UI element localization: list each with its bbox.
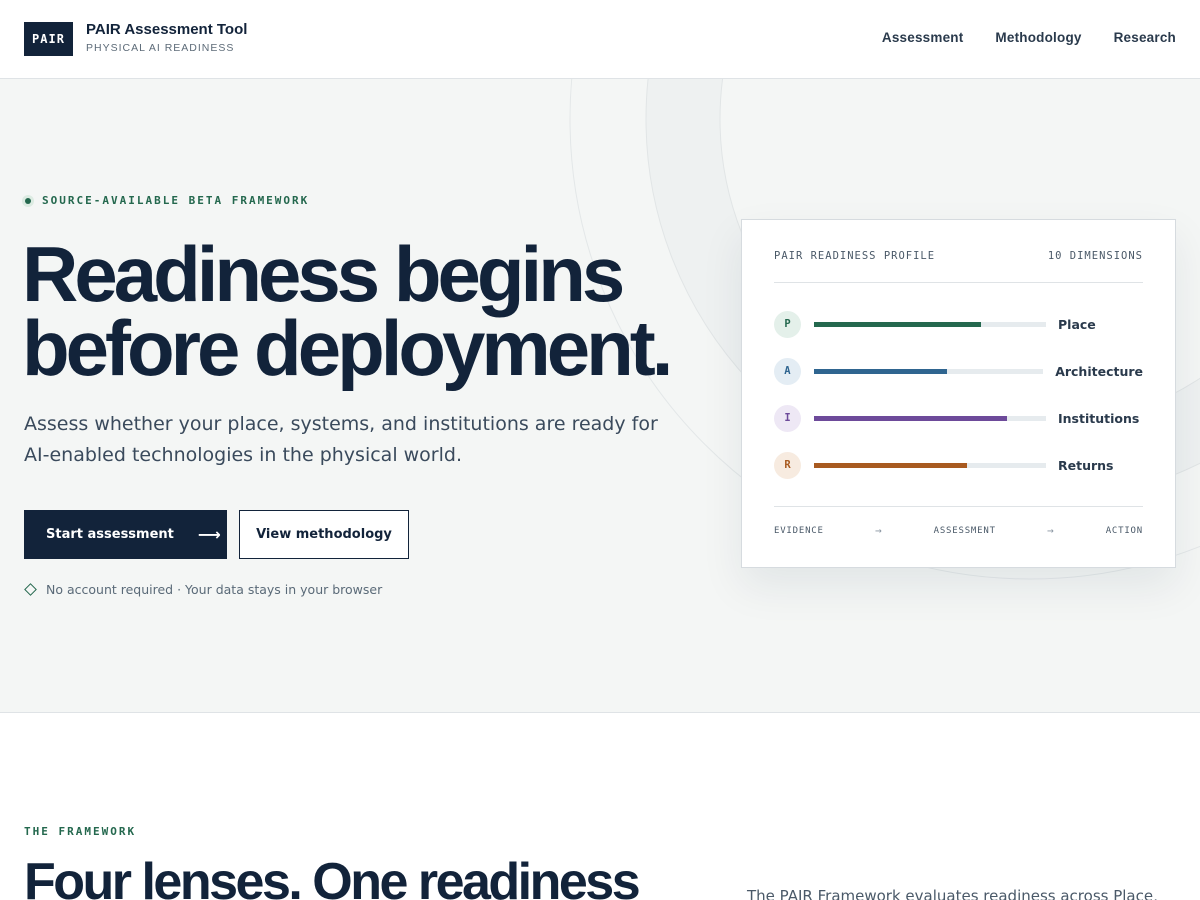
framework-text: The PAIR Framework evaluates readiness a…	[747, 887, 1158, 900]
main-nav: Assessment Methodology Research	[882, 30, 1176, 45]
hero-section: SOURCE-AVAILABLE BETA FRAMEWORK Readines…	[0, 79, 1200, 713]
card-title: PAIR READINESS PROFILE	[774, 250, 936, 262]
dimension-label: Institutions	[1058, 410, 1140, 426]
dimension-badge: I	[774, 404, 801, 432]
card-divider	[774, 506, 1143, 507]
dimension-fill	[814, 462, 968, 468]
dimension-label: Place	[1058, 316, 1096, 332]
hero-title-line2: before deployment.	[22, 304, 673, 392]
framework-eyebrow: THE FRAMEWORK	[24, 825, 137, 838]
dimension-track	[813, 368, 1044, 374]
nav-research[interactable]: Research	[1114, 30, 1176, 45]
brand-title: PAIR Assessment Tool	[86, 21, 248, 38]
hero-subtitle: Assess whether your place, systems, and …	[24, 413, 658, 466]
flow-action: ACTION	[1105, 525, 1143, 536]
dimension-track	[814, 462, 1046, 468]
start-assessment-label: Start assessment	[46, 527, 174, 542]
nav-assessment[interactable]: Assessment	[882, 30, 964, 45]
arrow-right-icon: ⟶	[197, 525, 221, 544]
arrow-right-icon: →	[874, 524, 883, 537]
flow-assessment: ASSESSMENT	[933, 525, 996, 536]
hero-eyebrow-text: SOURCE-AVAILABLE BETA FRAMEWORK	[42, 194, 310, 207]
card-flow: EVIDENCE → ASSESSMENT → ACTION	[774, 524, 1143, 537]
card-divider	[774, 282, 1143, 283]
dimension-row-institutions: I Institutions	[774, 404, 1143, 432]
start-assessment-button[interactable]: Start assessment ⟶	[24, 510, 227, 559]
card-header: PAIR READINESS PROFILE 10 DIMENSIONS	[774, 250, 1143, 262]
flow-evidence: EVIDENCE	[774, 525, 824, 536]
dimension-row-architecture: A Architecture	[774, 357, 1143, 385]
dimension-badge: A	[774, 357, 801, 385]
site-header: PAIR PAIR Assessment Tool PHYSICAL AI RE…	[0, 0, 1200, 79]
dimension-track	[814, 415, 1046, 421]
page: PAIR PAIR Assessment Tool PHYSICAL AI RE…	[0, 0, 1200, 900]
brand-subtitle: PHYSICAL AI READINESS	[86, 42, 235, 54]
dimension-row-place: P Place	[774, 310, 1143, 338]
dimension-label: Returns	[1058, 457, 1114, 473]
readiness-profile-card: PAIR READINESS PROFILE 10 DIMENSIONS P P…	[741, 219, 1176, 568]
dimension-fill	[814, 415, 1007, 421]
dimensions-count: 10 DIMENSIONS	[1047, 250, 1143, 262]
dimension-row-returns: R Returns	[774, 451, 1143, 479]
framework-title: Four lenses. One readiness	[24, 853, 641, 900]
dimension-badge: R	[774, 451, 801, 479]
dimension-label: Architecture	[1055, 363, 1143, 379]
logo[interactable]: PAIR	[24, 22, 73, 56]
hero-eyebrow: SOURCE-AVAILABLE BETA FRAMEWORK	[22, 194, 309, 207]
view-methodology-button[interactable]: View methodology	[239, 510, 409, 559]
dimension-track	[814, 321, 1046, 327]
dimension-fill	[814, 321, 982, 327]
arrow-right-icon: →	[1047, 524, 1055, 537]
hero-title: Readiness begins before deployment.	[22, 235, 702, 387]
view-methodology-label: View methodology	[256, 527, 392, 542]
dimension-fill	[813, 368, 947, 374]
privacy-note-text: No account required · Your data stays in…	[46, 582, 383, 597]
nav-methodology[interactable]: Methodology	[995, 30, 1081, 45]
privacy-note: No account required · Your data stays in…	[24, 582, 382, 597]
dimension-badge: P	[774, 310, 801, 338]
status-dot-icon	[22, 194, 34, 207]
diamond-icon	[24, 583, 37, 596]
